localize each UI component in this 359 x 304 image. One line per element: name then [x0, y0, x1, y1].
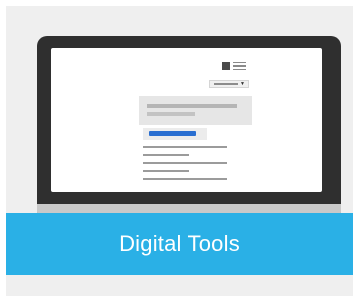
logo-square — [222, 62, 230, 70]
mock-button-area — [143, 128, 207, 140]
logo-lines — [233, 61, 246, 71]
logo-icon — [222, 60, 250, 72]
desktop-monitor-icon: ▼ — [37, 36, 341, 218]
mock-text-line — [143, 154, 189, 156]
panel-line — [147, 112, 195, 116]
mock-text-line — [143, 146, 227, 148]
monitor-screen: ▼ — [51, 48, 322, 192]
mock-text-line — [143, 178, 227, 180]
mock-blue-button — [149, 131, 196, 136]
mock-text-line — [143, 162, 227, 164]
caret-down-icon: ▼ — [240, 81, 245, 87]
panel-line — [147, 104, 237, 108]
mock-text-line — [143, 170, 189, 172]
dropdown-text-placeholder — [214, 83, 238, 85]
mock-header-panel — [139, 96, 252, 125]
title-banner[interactable]: Digital Tools — [6, 213, 353, 275]
digital-tools-card[interactable]: ▼ Digital Tools — [6, 6, 353, 296]
banner-title: Digital Tools — [119, 231, 240, 256]
mock-dropdown: ▼ — [209, 80, 249, 88]
page: ▼ Digital Tools — [0, 0, 359, 304]
